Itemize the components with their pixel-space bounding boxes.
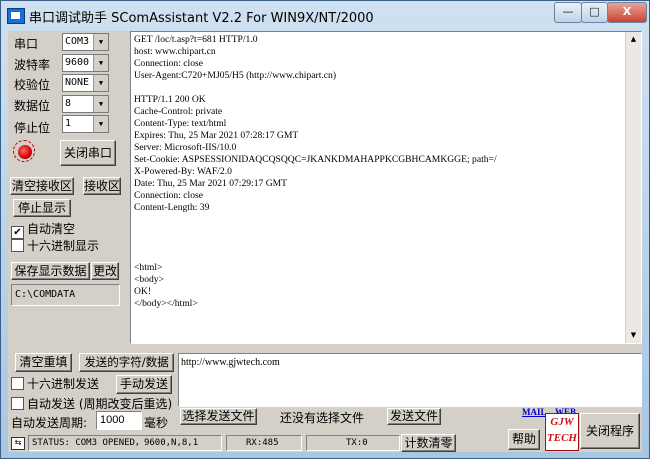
hex-display-checkbox[interactable]: 十六进制显示 [11,237,99,254]
hex-send-checkbox[interactable]: 十六进制发送 [11,375,99,392]
baud-value: 9600 [65,57,90,68]
send-file-button[interactable]: 发送文件 [387,408,441,425]
window-title: 串口调试助手 SComAssistant V2.2 For WIN9X/NT/2… [29,11,374,26]
port-status-led-icon [18,145,32,159]
baud-select[interactable]: 9600 ▼ [62,54,109,72]
save-path-field: C:\COMDATA [11,284,120,306]
client-area: 串口 COM3 ▼ 波特率 9600 ▼ 校验位 NONE ▼ 数据位 8 ▼ … [8,31,642,452]
sent-chars-button[interactable]: 发送的字符/数据 [79,353,174,372]
baud-label: 波特率 [14,58,51,72]
hex-display-label: 十六进制显示 [27,239,100,253]
period-label: 自动发送周期: [11,416,88,430]
chevron-down-icon[interactable]: ▼ [93,34,108,50]
parity-select[interactable]: NONE ▼ [62,74,109,92]
period-input[interactable]: 1000 [96,411,142,430]
select-file-button[interactable]: 选择发送文件 [180,408,257,425]
maximize-button[interactable]: □ [581,2,608,23]
auto-send-checkbox[interactable]: 自动发送 (周期改变后重选) [11,395,172,412]
tx-count: TX:0 [306,435,400,451]
scroll-up-icon[interactable]: ▲ [626,32,641,47]
reset-count-button[interactable]: 计数清零 [401,434,456,452]
auto-send-label: 自动发送 (周期改变后重选) [27,397,173,411]
chevron-down-icon[interactable]: ▼ [93,96,108,112]
receive-text-area[interactable]: GET /loc/t.asp?t=681 HTTP/1.0 host: www.… [130,31,642,344]
manual-send-button[interactable]: 手动发送 [116,375,172,394]
receive-area-button[interactable]: 接收区 [83,177,121,195]
hex-display-box[interactable] [11,239,24,252]
receive-scrollbar[interactable]: ▲ ▼ [625,32,641,343]
port-value: COM3 [65,36,90,47]
chevron-down-icon[interactable]: ▼ [93,116,108,132]
no-file-label: 还没有选择文件 [280,411,365,425]
clear-receive-button[interactable]: 清空接收区 [10,177,74,195]
rx-count: RX:485 [226,435,302,451]
status-bar: ⇆ STATUS: COM3 OPENED，9600,N,8,1 RX:485 … [8,433,642,452]
stopbits-value: 1 [65,118,72,129]
save-data-button[interactable]: 保存显示数据 [11,262,90,280]
clear-resend-button[interactable]: 清空重填 [15,353,72,372]
tx-value: TX:0 [346,438,368,448]
status-text: STATUS: COM3 OPENED，9600,N,8,1 [28,435,222,451]
stop-display-button[interactable]: 停止显示 [13,199,71,217]
parity-value: NONE [65,77,90,88]
close-button[interactable]: X [607,2,647,23]
status-port-icon: ⇆ [11,437,25,450]
databits-select[interactable]: 8 ▼ [62,95,109,113]
mail-link[interactable]: MAIL [522,407,547,417]
port-label: 串口 [14,37,39,51]
title-bar: 串口调试助手 SComAssistant V2.2 For WIN9X/NT/2… [1,1,649,31]
scroll-down-icon[interactable]: ▼ [626,328,641,343]
port-select[interactable]: COM3 ▼ [62,33,109,51]
logo-line1: GJW [550,416,574,428]
send-input[interactable]: http://www.gjwtech.com [178,353,642,407]
auto-clear-label: 自动清空 [27,222,76,236]
stopbits-label: 停止位 [14,121,51,135]
auto-send-box[interactable] [11,397,24,410]
stopbits-select[interactable]: 1 ▼ [62,115,109,133]
parity-label: 校验位 [14,78,51,92]
rx-value: RX:485 [246,438,279,448]
hex-send-label: 十六进制发送 [27,377,100,391]
databits-label: 数据位 [14,99,51,113]
app-icon [7,8,25,24]
period-unit: 毫秒 [144,416,169,430]
change-path-button[interactable]: 更改 [91,262,119,280]
main-window: 串口调试助手 SComAssistant V2.2 For WIN9X/NT/2… [0,0,650,459]
send-input-text: http://www.gjwtech.com [181,357,280,368]
databits-value: 8 [65,98,72,109]
close-port-button[interactable]: 关闭串口 [60,140,116,166]
chevron-down-icon[interactable]: ▼ [93,55,108,71]
hex-send-box[interactable] [11,377,24,390]
chevron-down-icon[interactable]: ▼ [93,75,108,91]
minimize-button[interactable]: — [554,2,582,23]
receive-text: GET /loc/t.asp?t=681 HTTP/1.0 host: www.… [134,34,497,309]
